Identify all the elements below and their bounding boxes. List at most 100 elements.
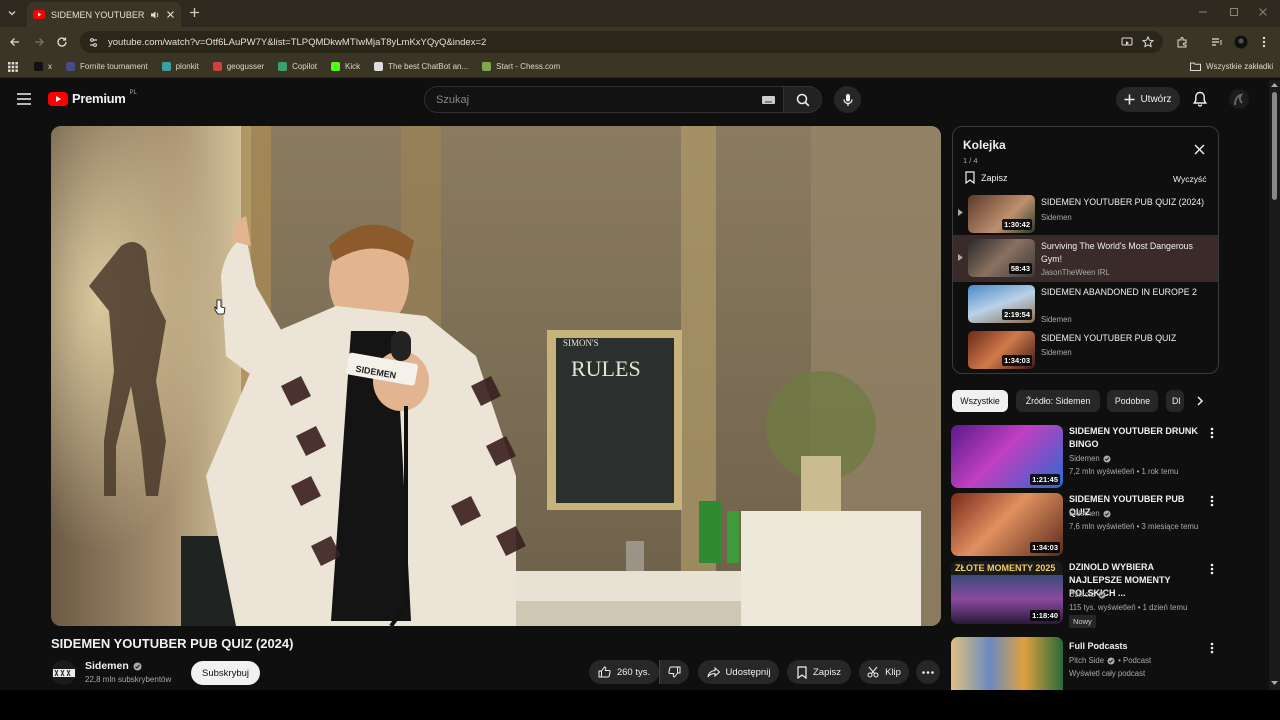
bookmark-item[interactable]: The best ChatBot an... [374, 62, 468, 71]
queue-save-button[interactable]: Zapisz [965, 171, 1008, 184]
reload-icon[interactable] [56, 36, 68, 48]
all-bookmarks-folder[interactable]: Wszystkie zakładki [1190, 62, 1273, 71]
recommendation-item[interactable]: 1:21:45 SIDEMEN YOUTUBER DRUNK BINGO Sid… [951, 425, 1219, 489]
bookmark-star-icon[interactable] [1142, 36, 1154, 48]
recommendation-item[interactable]: Full Podcasts Pitch Side • Podcast Wyświe… [951, 637, 1219, 690]
logo-text: Premium [72, 91, 126, 106]
search-placeholder: Szukaj [436, 93, 470, 106]
create-button[interactable]: Utwórz [1116, 87, 1180, 112]
queue-item[interactable]: 1:30:42 SIDEMEN YOUTUBER PUB QUIZ (2024)… [953, 191, 1218, 237]
extensions-icon[interactable] [1176, 36, 1188, 48]
youtube-premium-logo[interactable]: Premium PL [48, 89, 137, 106]
browser-menu-icon[interactable] [1262, 36, 1266, 48]
more-vertical-icon[interactable] [1210, 427, 1218, 441]
search-input[interactable]: Szukaj [424, 86, 784, 113]
media-controls-icon[interactable] [1211, 36, 1223, 48]
share-button[interactable]: Udostępnij [698, 660, 779, 684]
channel-name[interactable]: Sidemen [85, 660, 129, 672]
recommendation-channel[interactable]: Sidemen [1069, 454, 1111, 463]
chip-source[interactable]: Źródło: Sidemen [1016, 390, 1100, 412]
subscribe-button[interactable]: Subskrybuj [191, 661, 260, 685]
maximize-icon[interactable] [1229, 7, 1239, 17]
search-button[interactable] [783, 86, 822, 113]
save-bookmark-icon [965, 171, 975, 184]
tab-search-chevron-icon[interactable] [6, 7, 18, 19]
keyboard-icon[interactable] [762, 96, 775, 104]
bookmark-item[interactable]: Copilot [278, 62, 317, 71]
video-title: SIDEMEN YOUTUBER PUB QUIZ (2024) [51, 636, 294, 651]
address-bar[interactable]: youtube.com/watch?v=Otf6LAuPW7Y&list=TLP… [80, 31, 1163, 53]
queue-item[interactable]: 1:34:03 SIDEMEN YOUTUBER PUB QUIZ Sideme… [953, 327, 1218, 373]
forward-icon[interactable] [33, 36, 45, 48]
back-icon[interactable] [9, 36, 21, 48]
video-player[interactable]: RULES SIMON'S SIDEMEN [51, 126, 941, 626]
more-vertical-icon[interactable] [1210, 563, 1218, 577]
recommendation-item[interactable]: ZŁOTE MOMENTY 2025 1:18:40 DZINOLD WYBIE… [951, 561, 1219, 628]
bookmark-favicon-icon [278, 62, 288, 71]
bookmark-favicon-icon [482, 62, 492, 71]
plus-icon [1124, 94, 1135, 105]
queue-item[interactable]: 2:19:54 SIDEMEN ABANDONED IN EUROPE 2 Si… [953, 281, 1218, 327]
duration-badge: 1:34:03 [1030, 542, 1060, 553]
bookmark-item[interactable]: Fornite tournament [66, 62, 148, 71]
browser-tab-active[interactable]: SIDEMEN YOUTUBER PUB Q [27, 2, 181, 27]
clip-button[interactable]: Klip [859, 660, 909, 684]
account-avatar[interactable] [1229, 89, 1249, 109]
like-button[interactable]: 260 tys. [589, 660, 659, 684]
recommendation-channel[interactable]: Sidemen [1069, 509, 1111, 518]
speaker-icon[interactable] [150, 10, 160, 20]
bookmark-item[interactable]: x [34, 62, 52, 71]
queue-thumbnail: 2:19:54 [968, 285, 1035, 323]
thumbs-down-icon [668, 666, 681, 678]
logo-region: PL [129, 89, 137, 96]
profile-avatar-icon[interactable] [1234, 35, 1248, 49]
bookmarks-bar: x Fornite tournament plonkit geogusser Copil… [0, 56, 1280, 78]
cast-icon[interactable] [1121, 36, 1133, 48]
queue-position: 1 / 4 [963, 156, 978, 165]
chip-similar[interactable]: Podobne [1107, 390, 1158, 412]
new-tab-icon[interactable] [188, 6, 201, 19]
close-window-icon[interactable] [1258, 7, 1268, 17]
bookmark-favicon-icon [66, 62, 75, 71]
microphone-icon [842, 93, 853, 106]
more-actions-button[interactable] [916, 660, 940, 684]
bookmark-item[interactable]: Start - Chess.com [482, 62, 560, 71]
all-bookmarks-label: Wszystkie zakładki [1206, 62, 1274, 71]
site-info-icon[interactable] [88, 37, 99, 48]
recommendation-item[interactable]: 1:34:03 SIDEMEN YOUTUBER PUB QUIZ Sideme… [951, 493, 1219, 557]
scroll-down-arrow-icon[interactable] [1270, 680, 1279, 686]
notifications-bell-icon[interactable] [1193, 91, 1207, 107]
queue-close-icon[interactable] [1194, 144, 1205, 155]
scrollbar-thumb[interactable] [1272, 92, 1277, 200]
bookmark-item[interactable]: geogusser [212, 62, 265, 71]
chip-more[interactable]: Dl [1166, 390, 1184, 412]
hamburger-menu-icon[interactable] [17, 93, 31, 105]
tab-close-icon[interactable] [166, 10, 175, 19]
queue-item-channel: Sidemen [1041, 348, 1072, 357]
channel-name-row[interactable]: Sidemen [85, 660, 142, 672]
recommendation-channel[interactable]: Pitch Side • Podcast [1069, 656, 1151, 665]
bookmark-label: geogusser [226, 62, 265, 71]
channel-avatar[interactable] [51, 660, 76, 685]
more-vertical-icon[interactable] [1210, 495, 1218, 509]
apps-grid-icon[interactable] [8, 61, 18, 72]
verified-icon [1103, 509, 1111, 518]
chips-next-icon[interactable] [1195, 395, 1205, 407]
save-label: Zapisz [813, 666, 841, 678]
scissors-icon [867, 666, 879, 678]
voice-search-button[interactable] [834, 86, 861, 113]
bookmark-item[interactable]: Kick [330, 62, 360, 71]
queue-item-current[interactable]: 58:43 Surviving The World's Most Dangero… [953, 235, 1218, 282]
bookmark-label: plonkit [175, 62, 199, 71]
recommendation-thumbnail: 1:21:45 [951, 425, 1063, 488]
chip-all[interactable]: Wszystkie [952, 390, 1008, 412]
recommendation-channel[interactable]: Dzinold [1069, 590, 1106, 599]
dislike-button[interactable] [659, 660, 689, 684]
queue-clear-button[interactable]: Wyczyść [1173, 174, 1206, 184]
youtube-logo-icon [48, 91, 68, 106]
minimize-icon[interactable] [1198, 7, 1208, 17]
save-button[interactable]: Zapisz [787, 660, 851, 684]
scroll-up-arrow-icon[interactable] [1270, 82, 1279, 88]
bookmark-item[interactable]: plonkit [161, 62, 199, 71]
more-vertical-icon[interactable] [1210, 642, 1218, 656]
